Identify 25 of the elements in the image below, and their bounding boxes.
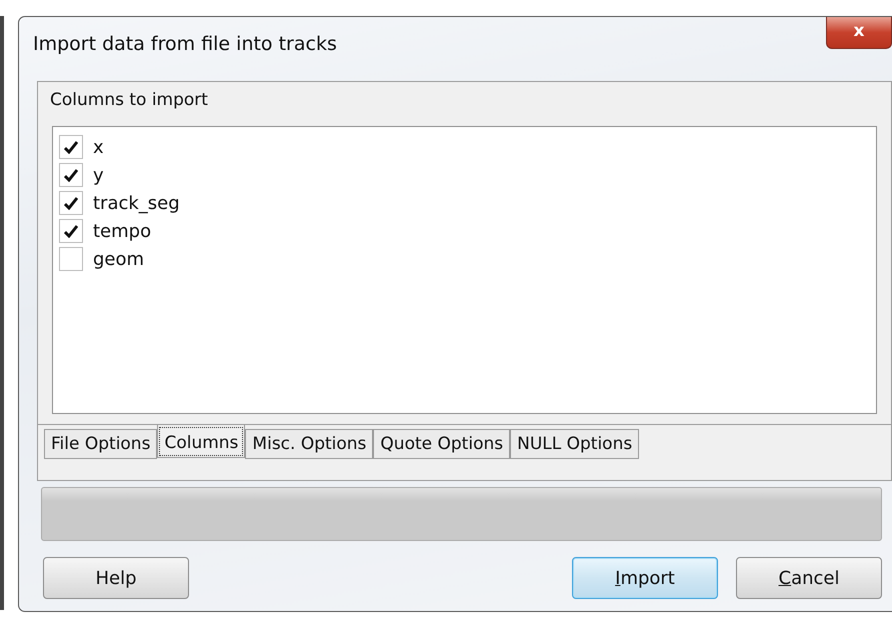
tab[interactable]: Quote Options [373,429,510,459]
checkmark-icon [64,224,78,238]
column-name: y [93,164,104,186]
dialog-button[interactable]: Import [572,557,718,599]
tab[interactable]: File Options [44,429,158,459]
checkbox[interactable] [59,247,83,271]
column-name: track_seg [93,192,180,214]
column-name: x [93,136,104,158]
window-title: Import data from file into tracks [33,33,337,55]
column-name: tempo [93,220,152,242]
checkmark-icon [64,168,78,182]
column-name: geom [93,248,144,270]
tab[interactable]: NULL Options [510,429,640,459]
dialog-button[interactable]: Cancel [736,557,882,599]
tab[interactable]: Columns [157,425,246,458]
checkbox[interactable] [59,135,83,159]
close-button[interactable]: x [826,17,892,49]
checkmark-icon [64,140,78,154]
checkmark-icon [64,196,78,210]
checkbox[interactable] [59,163,83,187]
checkbox[interactable] [59,219,83,243]
group-label: Columns to import [50,90,209,112]
tab[interactable]: Misc. Options [245,429,374,459]
dialog-button[interactable]: Help [43,557,189,599]
checkbox[interactable] [59,191,83,215]
